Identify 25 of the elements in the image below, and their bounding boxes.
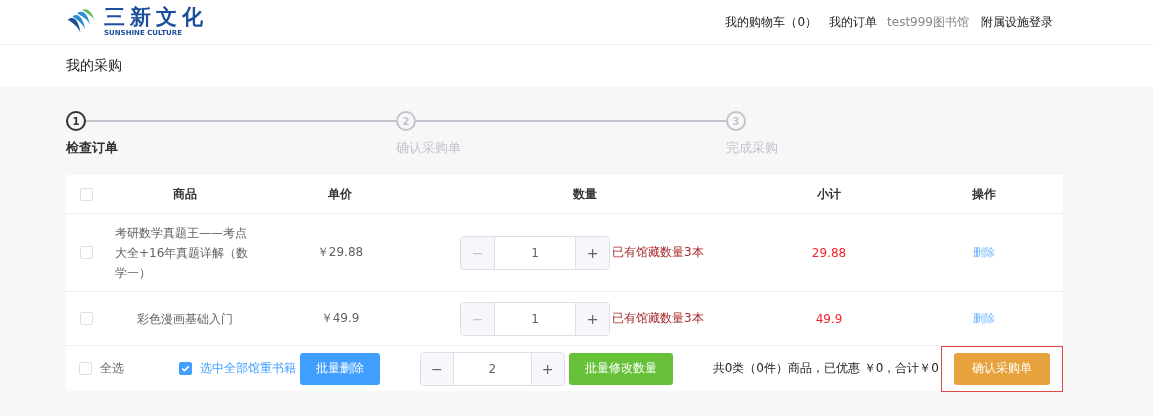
book-title: 彩色漫画基础入门 [136, 310, 234, 328]
order-summary: 共0类（0件）商品，已优惠 ￥0，合计￥0 [712, 360, 939, 377]
logo-name: 三新文化 [104, 7, 208, 28]
unit-price: ￥29.88 [316, 244, 364, 261]
select-key-books-label: 选中全部馆重书籍 [200, 360, 296, 377]
unit-price: ￥49.9 [320, 310, 360, 327]
column-header: 操作 [971, 185, 996, 203]
nav-link[interactable]: 附属设施登录 [981, 13, 1053, 31]
subtotal: 49.9 [815, 311, 843, 326]
column-header: 数量 [573, 185, 597, 203]
stock-note: 已有馆藏数量3本 [612, 310, 704, 327]
column-header: 商品 [173, 185, 197, 203]
page-title: 我的采购 [66, 57, 122, 75]
select-all-label: 全选 [100, 360, 124, 377]
nav-link[interactable]: 我的购物车（0） [725, 13, 818, 31]
step-circle: 1 [66, 111, 86, 131]
nav-link[interactable]: 我的订单 [829, 13, 878, 31]
stock-note: 已有馆藏数量3本 [612, 244, 704, 261]
column-header: 小计 [817, 185, 841, 203]
checkbox[interactable] [179, 362, 192, 375]
book-title: 考研数学真题王——考点大全+16年真题详解（数学一） [115, 224, 250, 282]
column-header: 单价 [328, 185, 352, 203]
nav-link[interactable]: test999图书馆 [887, 13, 969, 31]
step-label: 检查订单 [66, 139, 119, 157]
subtotal: 29.88 [811, 245, 847, 260]
